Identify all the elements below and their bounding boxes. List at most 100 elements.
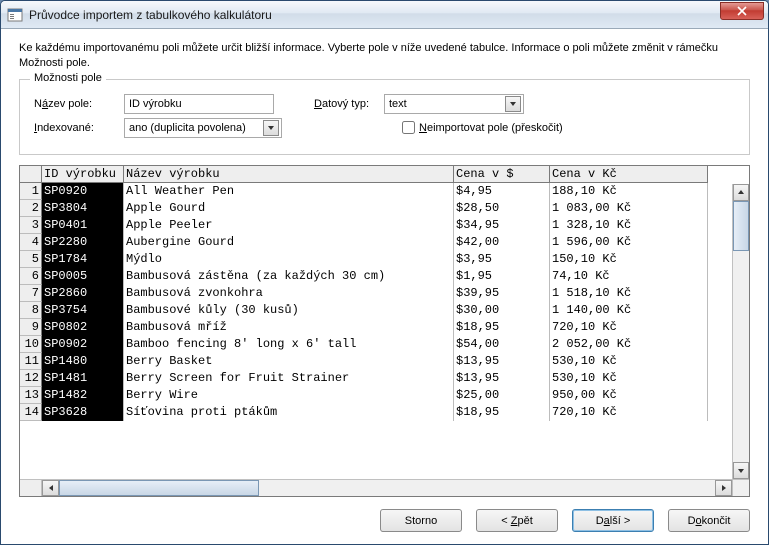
cell-usd[interactable]: $28,50	[454, 200, 550, 217]
cell-kc[interactable]: 1 596,00 Kč	[550, 234, 708, 251]
cell-kc[interactable]: 1 140,00 Kč	[550, 302, 708, 319]
cell-name[interactable]: Apple Peeler	[124, 217, 454, 234]
cell-usd[interactable]: $54,00	[454, 336, 550, 353]
cancel-button[interactable]: Storno	[380, 509, 462, 532]
cell-kc[interactable]: 1 328,10 Kč	[550, 217, 708, 234]
table-row[interactable]: 12SP1481Berry Screen for Fruit Strainer$…	[20, 370, 749, 387]
row-number: 10	[20, 336, 42, 353]
table-row[interactable]: 1SP0920All Weather Pen$4,95188,10 Kč	[20, 183, 749, 200]
close-button[interactable]	[720, 2, 764, 20]
cell-usd[interactable]: $30,00	[454, 302, 550, 319]
table-row[interactable]: 11SP1480Berry Basket$13,95530,10 Kč	[20, 353, 749, 370]
cell-name[interactable]: Apple Gourd	[124, 200, 454, 217]
cell-kc[interactable]: 1 518,10 Kč	[550, 285, 708, 302]
cell-kc[interactable]: 720,10 Kč	[550, 404, 708, 421]
scroll-right-button[interactable]	[715, 480, 732, 496]
chevron-down-icon	[505, 96, 521, 112]
cell-name[interactable]: All Weather Pen	[124, 183, 454, 200]
cell-name[interactable]: Bambusová mříž	[124, 319, 454, 336]
cell-usd[interactable]: $34,95	[454, 217, 550, 234]
cell-usd[interactable]: $4,95	[454, 183, 550, 200]
col-header-id[interactable]: ID výrobku	[42, 166, 124, 183]
cell-usd[interactable]: $18,95	[454, 319, 550, 336]
horizontal-scrollbar[interactable]	[20, 479, 732, 496]
table-row[interactable]: 3SP0401Apple Peeler$34,951 328,10 Kč	[20, 217, 749, 234]
scroll-down-button[interactable]	[733, 462, 749, 479]
cell-kc[interactable]: 150,10 Kč	[550, 251, 708, 268]
table-row[interactable]: 8SP3754Bambusové kůly (30 kusů)$30,001 1…	[20, 302, 749, 319]
table-row[interactable]: 13SP1482Berry Wire$25,00950,00 Kč	[20, 387, 749, 404]
cell-id[interactable]: SP0401	[42, 217, 124, 234]
cell-id[interactable]: SP0902	[42, 336, 124, 353]
cell-usd[interactable]: $1,95	[454, 268, 550, 285]
cell-id[interactable]: SP3804	[42, 200, 124, 217]
cell-id[interactable]: SP3754	[42, 302, 124, 319]
cell-kc[interactable]: 74,10 Kč	[550, 268, 708, 285]
cell-usd[interactable]: $25,00	[454, 387, 550, 404]
cell-usd[interactable]: $39,95	[454, 285, 550, 302]
cell-name[interactable]: Bambusová zvonkohra	[124, 285, 454, 302]
cell-usd[interactable]: $18,95	[454, 404, 550, 421]
col-header-name[interactable]: Název výrobku	[124, 166, 454, 183]
col-header-usd[interactable]: Cena v $	[454, 166, 550, 183]
skip-field-checkbox[interactable]: Neimportovat pole (přeskočit)	[402, 121, 563, 134]
cell-name[interactable]: Berry Wire	[124, 387, 454, 404]
table-row[interactable]: 4SP2280Aubergine Gourd$42,001 596,00 Kč	[20, 234, 749, 251]
cell-id[interactable]: SP0005	[42, 268, 124, 285]
table-row[interactable]: 6SP0005Bambusová zástěna (za každých 30 …	[20, 268, 749, 285]
cell-id[interactable]: SP2280	[42, 234, 124, 251]
table-row[interactable]: 14SP3628Síťovina proti ptákům$18,95720,1…	[20, 404, 749, 421]
next-button[interactable]: Další >	[572, 509, 654, 532]
cell-kc[interactable]: 720,10 Kč	[550, 319, 708, 336]
table-row[interactable]: 10SP0902Bamboo fencing 8' long x 6' tall…	[20, 336, 749, 353]
cell-name[interactable]: Berry Basket	[124, 353, 454, 370]
cell-name[interactable]: Bamboo fencing 8' long x 6' tall	[124, 336, 454, 353]
cell-kc[interactable]: 950,00 Kč	[550, 387, 708, 404]
indexed-label: Indexované:	[34, 122, 124, 134]
cell-name[interactable]: Aubergine Gourd	[124, 234, 454, 251]
cell-name[interactable]: Síťovina proti ptákům	[124, 404, 454, 421]
field-name-input[interactable]	[124, 94, 274, 114]
horizontal-scroll-thumb[interactable]	[59, 480, 259, 496]
cell-usd[interactable]: $3,95	[454, 251, 550, 268]
cell-name[interactable]: Bambusová zástěna (za každých 30 cm)	[124, 268, 454, 285]
finish-button[interactable]: Dokončit	[668, 509, 750, 532]
vertical-scroll-thumb[interactable]	[733, 201, 749, 251]
cell-id[interactable]: SP1784	[42, 251, 124, 268]
scroll-up-button[interactable]	[733, 184, 749, 201]
cell-usd[interactable]: $42,00	[454, 234, 550, 251]
cell-usd[interactable]: $13,95	[454, 353, 550, 370]
back-button[interactable]: < Zpět	[476, 509, 558, 532]
cell-id[interactable]: SP1480	[42, 353, 124, 370]
row-number: 14	[20, 404, 42, 421]
table-row[interactable]: 9SP0802Bambusová mříž$18,95720,10 Kč	[20, 319, 749, 336]
data-type-combo[interactable]: text	[384, 94, 524, 114]
indexed-combo[interactable]: ano (duplicita povolena)	[124, 118, 282, 138]
table-row[interactable]: 5SP1784Mýdlo$3,95150,10 Kč	[20, 251, 749, 268]
cell-id[interactable]: SP1482	[42, 387, 124, 404]
cell-id[interactable]: SP1481	[42, 370, 124, 387]
row-number: 11	[20, 353, 42, 370]
cell-name[interactable]: Berry Screen for Fruit Strainer	[124, 370, 454, 387]
cell-kc[interactable]: 1 083,00 Kč	[550, 200, 708, 217]
col-header-kc[interactable]: Cena v Kč	[550, 166, 708, 183]
scroll-left-button[interactable]	[42, 480, 59, 496]
cell-name[interactable]: Bambusové kůly (30 kusů)	[124, 302, 454, 319]
cell-id[interactable]: SP0802	[42, 319, 124, 336]
cell-id[interactable]: SP3628	[42, 404, 124, 421]
skip-field-label: Neimportovat pole (přeskočit)	[419, 122, 563, 134]
cell-id[interactable]: SP0920	[42, 183, 124, 200]
row-number: 3	[20, 217, 42, 234]
skip-field-input[interactable]	[402, 121, 415, 134]
cell-kc[interactable]: 2 052,00 Kč	[550, 336, 708, 353]
table-row[interactable]: 2SP3804Apple Gourd$28,501 083,00 Kč	[20, 200, 749, 217]
cell-id[interactable]: SP2860	[42, 285, 124, 302]
vertical-scrollbar[interactable]	[732, 184, 749, 479]
cell-kc[interactable]: 530,10 Kč	[550, 370, 708, 387]
table-row[interactable]: 7SP2860Bambusová zvonkohra$39,951 518,10…	[20, 285, 749, 302]
field-options-group: Možnosti pole Název pole: Datový typ: te…	[19, 79, 750, 155]
cell-name[interactable]: Mýdlo	[124, 251, 454, 268]
cell-kc[interactable]: 530,10 Kč	[550, 353, 708, 370]
cell-kc[interactable]: 188,10 Kč	[550, 183, 708, 200]
cell-usd[interactable]: $13,95	[454, 370, 550, 387]
